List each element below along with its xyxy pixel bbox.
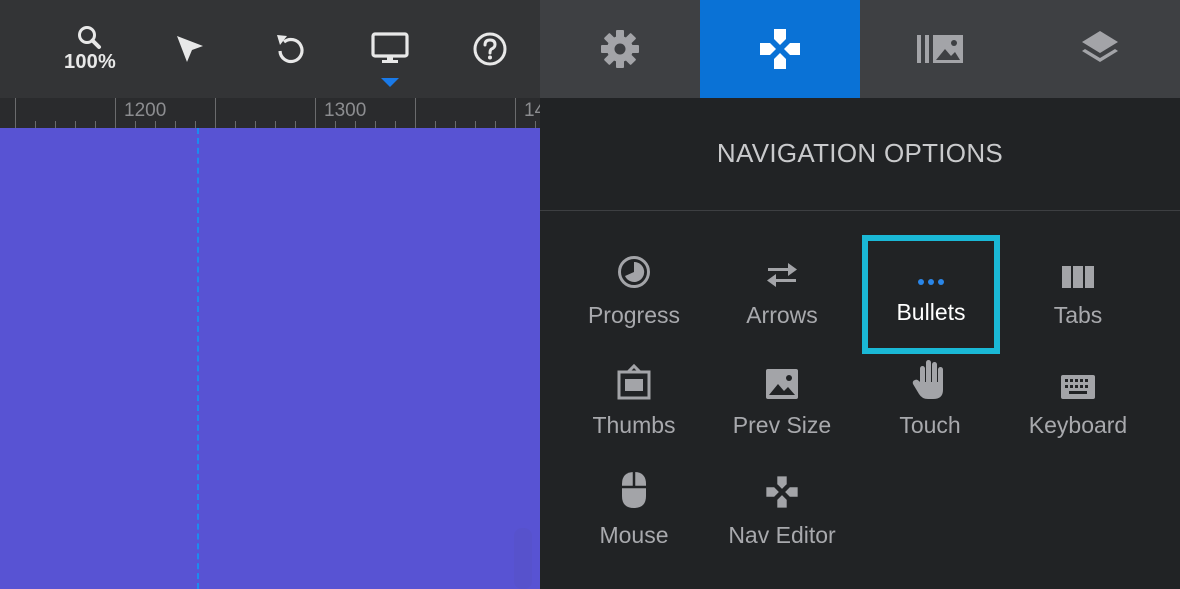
nav-option-label: Arrows [746, 302, 818, 328]
ruler-tick [55, 121, 56, 128]
ruler-tick [75, 121, 76, 128]
ruler-tick [315, 98, 316, 128]
active-device-indicator [381, 78, 399, 87]
mouse-icon [622, 472, 646, 508]
ruler-tick [275, 121, 276, 128]
nav-option-thumbs[interactable]: Thumbs [566, 348, 702, 458]
tabs-icon [1062, 266, 1094, 288]
ruler-tick [495, 121, 496, 128]
ruler-tick [295, 121, 296, 128]
zoom-icon [78, 25, 101, 49]
select-arrow-icon [177, 36, 203, 62]
thumbs-icon [617, 364, 651, 400]
vertical-guide-line[interactable] [197, 128, 199, 589]
canvas-scroll-handle[interactable] [514, 528, 532, 589]
zoom-button[interactable]: 100% [40, 0, 140, 98]
ruler-tick [395, 121, 396, 128]
nav-option-label: Bullets [896, 299, 966, 325]
ruler-tick [35, 121, 36, 128]
ruler-tick [435, 121, 436, 128]
ruler-tick [15, 98, 16, 128]
nav-option-progress[interactable]: Progress [566, 238, 702, 348]
nav-option-tabs[interactable]: Tabs [1010, 238, 1146, 348]
tab-navigation[interactable] [700, 0, 860, 98]
ruler-tick [535, 121, 536, 128]
editor-toolbar: 100% [0, 0, 540, 98]
nav-option-arrows[interactable]: Arrows [714, 238, 850, 348]
help-button[interactable] [440, 0, 540, 98]
nav-option-label: Thumbs [592, 412, 676, 438]
ruler-tick [455, 121, 456, 128]
select-tool-button[interactable] [140, 0, 240, 98]
tab-layers[interactable] [1020, 0, 1180, 98]
ruler-tick [515, 98, 516, 128]
gear-icon [601, 30, 639, 68]
ruler-tick [475, 121, 476, 128]
tab-slides[interactable] [860, 0, 1020, 98]
bullets-icon [918, 279, 944, 285]
ruler-tick [195, 121, 196, 128]
ruler-tick [415, 98, 416, 128]
ruler-tick [135, 121, 136, 128]
horizontal-ruler: 1200 1300 14 [0, 98, 540, 128]
progress-icon [618, 256, 650, 288]
nav-option-nav-editor[interactable]: Nav Editor [714, 458, 850, 568]
slides-icon [917, 35, 963, 63]
gamepad-icon [766, 476, 798, 508]
panel-tabs [540, 0, 1180, 98]
nav-option-label: Progress [587, 302, 681, 328]
ruler-tick [95, 121, 96, 128]
ruler-label: 14 [524, 100, 540, 121]
nav-option-bullets[interactable]: Bullets [862, 235, 1000, 354]
ruler-label: 1200 [124, 100, 167, 121]
ruler-tick [175, 121, 176, 128]
nav-option-prev-size[interactable]: Prev Size [714, 348, 850, 458]
slide-canvas[interactable] [0, 128, 540, 589]
nav-option-label: Nav Editor [728, 522, 836, 548]
ruler-tick [255, 121, 256, 128]
nav-option-label: Keyboard [1028, 412, 1128, 438]
navigation-options-panel: NAVIGATION OPTIONS Progress Arrows Bulle… [540, 98, 1180, 589]
hand-icon [912, 360, 943, 399]
arrows-icon [767, 263, 797, 287]
ruler-tick [155, 121, 156, 128]
keyboard-icon [1061, 375, 1095, 399]
help-icon [473, 32, 507, 66]
gamepad-icon [760, 29, 800, 69]
image-icon [766, 369, 798, 399]
nav-option-label: Tabs [1053, 302, 1103, 328]
panel-title: NAVIGATION OPTIONS [716, 138, 1004, 168]
panel-divider [540, 210, 1180, 211]
desktop-icon [371, 32, 409, 63]
undo-icon [277, 35, 304, 64]
ruler-tick [235, 121, 236, 128]
ruler-tick [115, 98, 116, 128]
nav-option-label: Touch [899, 412, 961, 438]
nav-option-mouse[interactable]: Mouse [566, 458, 702, 568]
ruler-tick [335, 121, 336, 128]
nav-option-label: Mouse [599, 522, 669, 548]
zoom-level: 100% [64, 50, 116, 73]
tab-settings[interactable] [540, 0, 700, 98]
nav-option-touch[interactable]: Touch [862, 348, 998, 458]
layers-icon [1082, 31, 1118, 62]
nav-option-keyboard[interactable]: Keyboard [1010, 348, 1146, 458]
nav-option-label: Prev Size [732, 412, 832, 438]
ruler-tick [375, 121, 376, 128]
ruler-tick [355, 121, 356, 128]
ruler-tick [215, 98, 216, 128]
undo-button[interactable] [240, 0, 340, 98]
ruler-label: 1300 [324, 100, 367, 121]
